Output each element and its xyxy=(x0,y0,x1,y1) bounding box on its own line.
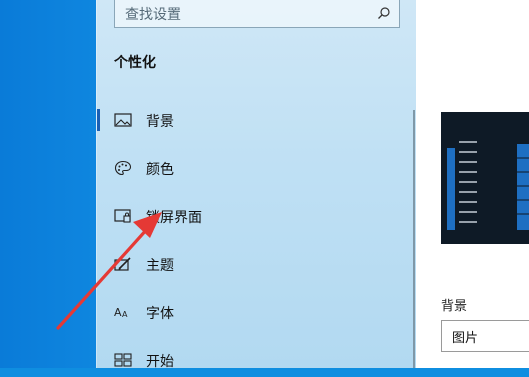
start-grid-icon xyxy=(114,353,132,367)
dropdown-selected-value: 图片 xyxy=(452,331,479,346)
active-indicator xyxy=(97,109,100,131)
sidebar-item-theme[interactable]: 主题 xyxy=(97,247,417,281)
sidebar-item-lock-screen[interactable]: 锁屏界面 xyxy=(97,199,417,233)
search-placeholder: 查找设置 xyxy=(125,7,181,23)
search-icon[interactable] xyxy=(377,6,391,20)
svg-text:A: A xyxy=(122,310,128,319)
section-title: 个性化 xyxy=(114,55,156,71)
sidebar-scrollbar[interactable] xyxy=(413,110,415,368)
lock-screen-icon xyxy=(114,209,131,223)
picture-icon xyxy=(114,113,132,127)
desktop-preview-thumbnail xyxy=(441,112,529,244)
palette-icon xyxy=(114,160,132,176)
theme-brush-icon xyxy=(114,257,131,271)
preview-art xyxy=(441,112,529,244)
sidebar-item-label: 背景 xyxy=(146,114,174,130)
background-type-dropdown[interactable]: 图片 xyxy=(441,320,529,352)
font-icon: A A xyxy=(114,306,128,319)
search-input[interactable]: 查找设置 xyxy=(114,0,400,28)
sidebar-item-label: 开始 xyxy=(146,354,174,370)
sidebar-item-label: 字体 xyxy=(146,306,174,322)
background-preview-pane: 背景 图片 xyxy=(416,0,529,368)
sidebar-item-background[interactable]: 背景 xyxy=(97,103,417,137)
settings-sidebar: 查找设置 个性化 背景 颜色 锁屏界面 主题 A A 字体 开始 xyxy=(96,0,417,370)
sidebar-item-label: 颜色 xyxy=(146,162,174,178)
background-setting-label: 背景 xyxy=(441,299,468,314)
svg-text:A: A xyxy=(114,306,122,319)
sidebar-item-color[interactable]: 颜色 xyxy=(97,151,417,185)
sidebar-item-fonts[interactable]: A A 字体 xyxy=(97,295,417,329)
sidebar-item-start[interactable]: 开始 xyxy=(97,343,417,377)
sidebar-item-label: 主题 xyxy=(146,258,174,274)
sidebar-item-label: 锁屏界面 xyxy=(146,210,202,226)
